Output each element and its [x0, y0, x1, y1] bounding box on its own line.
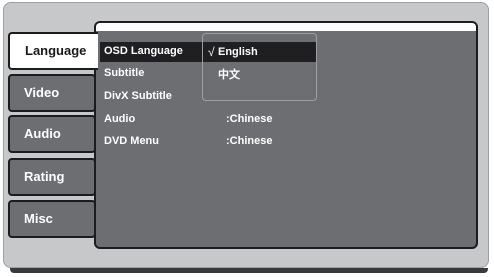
setup-menu-screen: Language Video Audio Rating Misc OSD Lan…	[0, 0, 494, 277]
panel-top-highlight	[96, 23, 476, 31]
tab-audio[interactable]: Audio	[8, 115, 96, 153]
tab-rating[interactable]: Rating	[8, 158, 96, 196]
tab-misc[interactable]: Misc	[8, 200, 96, 238]
option-english[interactable]: English	[218, 46, 258, 58]
osd-language-dropdown: √ English 中文	[202, 33, 317, 101]
setting-divx-subtitle[interactable]: DivX Subtitle	[104, 90, 172, 102]
check-mark-icon: √	[208, 45, 215, 59]
frame-shadow	[10, 268, 488, 273]
setting-dvd-menu-value: :Chinese	[226, 135, 273, 147]
setting-dvd-menu[interactable]: DVD Menu	[104, 135, 159, 147]
tab-language[interactable]: Language	[8, 32, 98, 70]
setting-audio-value: :Chinese	[226, 113, 273, 125]
option-chinese[interactable]: 中文	[218, 66, 240, 82]
setting-osd-language[interactable]: OSD Language	[104, 45, 183, 57]
tab-video[interactable]: Video	[8, 74, 96, 112]
setting-audio[interactable]: Audio	[104, 113, 135, 125]
setting-subtitle[interactable]: Subtitle	[104, 67, 144, 79]
